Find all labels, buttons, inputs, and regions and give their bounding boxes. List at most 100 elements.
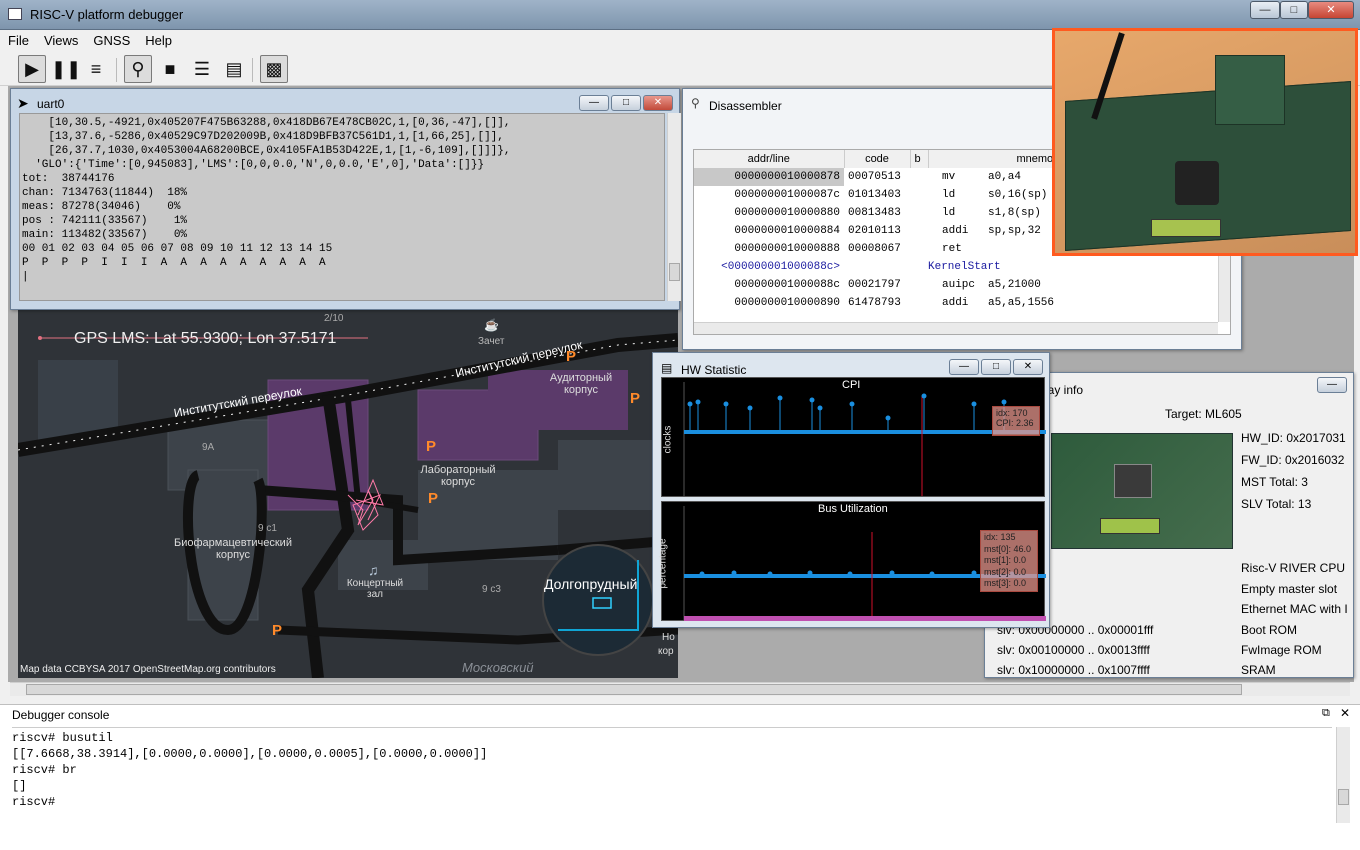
map-label: Лабораторный корпус (420, 464, 496, 488)
mnem-cell: auipc (942, 279, 976, 291)
board-info-line: FW_ID: 0x2016032 (1241, 453, 1345, 467)
minimize-button[interactable]: — (1250, 1, 1280, 19)
map-label: Концертный зал (346, 578, 404, 600)
uart-minimize-button[interactable]: — (579, 95, 609, 111)
console-scrollbar[interactable] (1336, 727, 1350, 823)
pause-icon[interactable]: ❚❚ (50, 55, 81, 83)
console-close-icon[interactable]: ✕ (1340, 706, 1350, 720)
device-name: Ethernet MAC with I (1241, 602, 1348, 616)
device-name: Risc-V RIVER CPU (1241, 561, 1346, 575)
menu-help[interactable]: Help (137, 30, 179, 48)
map-label: Биофармацевтический корпус (174, 537, 292, 561)
uart-line: pos : 742111(33567) 1% (22, 215, 188, 227)
bus-tooltip-line: mst[2]: 0.0 (984, 566, 1027, 577)
console-line: [] (12, 779, 27, 793)
console-line: riscv# (12, 795, 56, 809)
mnem-cell: ret (942, 243, 962, 255)
chip-icon[interactable]: ■ (156, 55, 184, 83)
uart-line: [10,30.5,-4921,0x405207F475B63288,0x418D… (22, 117, 511, 129)
console-title: Debugger console (12, 708, 110, 722)
toolbar-separator (116, 58, 117, 82)
code-cell (844, 258, 910, 276)
board-minimize-button[interactable]: — (1317, 377, 1347, 393)
uart-scroll-thumb[interactable] (669, 263, 680, 281)
parking-icon: P (630, 390, 641, 407)
uart-close-button[interactable]: ✕ (643, 95, 673, 111)
table-row[interactable]: 000000001000087c 01013403 ld s0,16(sp) (694, 186, 1071, 204)
uart-maximize-button[interactable]: □ (611, 95, 641, 111)
uart-terminal[interactable]: [10,30.5,-4921,0x405207F475B63288,0x418D… (19, 113, 665, 301)
board-info-line: HW_ID: 0x2017031 (1241, 431, 1346, 445)
console-float-icon[interactable]: ⧉ (1322, 707, 1330, 720)
device-name: Empty master slot (1241, 582, 1338, 596)
device-name: Boot ROM (1241, 623, 1298, 637)
board-info-line: MST Total: 3 (1241, 475, 1308, 489)
toolbar-separator (252, 58, 253, 82)
memory-icon[interactable]: ▤ (220, 55, 248, 83)
bus-tooltip-line: mst[0]: 46.0 (984, 543, 1032, 554)
device-name: FwImage ROM (1241, 643, 1322, 657)
board-info-title: lay info (1045, 383, 1084, 397)
cpi-tooltip: idx: 170 CPI: 2.36 (992, 406, 1040, 436)
hw-close-button[interactable]: ✕ (1013, 359, 1043, 375)
menu-gnss[interactable]: GNSS (85, 30, 137, 48)
col-b[interactable]: b (910, 150, 929, 168)
fmc-card (1215, 55, 1285, 125)
addr-cell: <000000001000088c> (721, 261, 840, 273)
play-icon[interactable]: ▶ (18, 55, 46, 83)
board-photo (1052, 28, 1358, 256)
table-row[interactable]: 0000000010000880 00813483 ld s1,8(sp) (694, 204, 1071, 222)
board-icon[interactable]: ▩ (260, 55, 288, 83)
map-view[interactable]: GPS LMS: Lat 55.9300; Lon 37.5171 Инстит… (18, 300, 678, 678)
hw-statistic-window[interactable]: HW Statistic ▤ — □ ✕ CPI clocks idx: 170… (652, 352, 1050, 628)
code-cell: 00070513 (848, 171, 901, 183)
uart-window[interactable]: ➤ uart0 — □ ✕ [10,30.5,-4921,0x405207F47… (10, 88, 681, 310)
cpi-tooltip-line: idx: 170 (996, 408, 1028, 418)
mdi-scroll-thumb[interactable] (26, 684, 1242, 695)
console-scroll-thumb[interactable] (1338, 789, 1349, 805)
table-row[interactable]: 000000001000088c 00021797 auipc a5,21000 (694, 276, 1071, 294)
table-row[interactable]: <000000001000088c> KernelStart (694, 258, 1071, 276)
args-cell: a5,21000 (988, 279, 1041, 291)
disassembler-vscrollbar[interactable] (1218, 246, 1230, 322)
inspect-icon[interactable]: ⚲ (124, 55, 152, 83)
console-output[interactable]: riscv# busutil [[7.6668,38.3914],[0.0000… (12, 727, 1332, 827)
menu-file[interactable]: File (0, 30, 36, 48)
col-code[interactable]: code (844, 150, 911, 168)
parking-icon: P (428, 490, 439, 507)
uart-line: P P P P I I I A A A A A A A A A (22, 257, 326, 269)
addr-cell: 0000000010000890 (734, 297, 840, 309)
bus-plot[interactable]: Bus Utilization percentage idx: 135 mst[… (658, 501, 1046, 621)
cpi-plot[interactable]: CPI clocks idx: 170 CPI: 2.36 (661, 377, 1046, 497)
addr-cell: 0000000010000888 (734, 243, 840, 255)
close-button[interactable]: ✕ (1308, 1, 1354, 19)
table-row[interactable]: 0000000010000890 61478793 addi a5,a5,155… (694, 294, 1071, 312)
map-label: 9 с1 (258, 523, 277, 534)
step-icon[interactable]: ≡ (82, 55, 110, 83)
col-mnemonic[interactable]: mnemonic (928, 150, 1071, 168)
parking-icon: P (272, 622, 283, 639)
hw-minimize-button[interactable]: — (949, 359, 979, 375)
menu-views[interactable]: Views (36, 30, 85, 48)
uart-scrollbar[interactable] (667, 113, 681, 301)
map-label: Московский (462, 660, 534, 675)
layers-icon[interactable]: ☰ (188, 55, 216, 83)
mdi-hscrollbar[interactable] (10, 682, 1350, 696)
console-line: [[7.6668,38.3914],[0.0000,0.0000],[0.000… (12, 747, 488, 761)
b-cell (910, 276, 928, 294)
map-label: кор (658, 646, 674, 657)
col-addr[interactable]: addr/line (694, 150, 845, 168)
disassembler-hscrollbar[interactable] (694, 322, 1218, 334)
bus-tooltip-line: idx: 135 (984, 532, 1016, 542)
board-info-line: SLV Total: 13 (1241, 497, 1312, 511)
b-cell (910, 240, 928, 258)
debugger-console[interactable]: Debugger console ⧉ ✕ riscv# busutil [[7.… (0, 704, 1360, 850)
table-row[interactable]: 0000000010000878 00070513 mv a0,a4 (694, 168, 1071, 186)
parking-icon: P (566, 348, 577, 365)
addr-cell: 000000001000088c (734, 279, 840, 291)
main-titlebar: RISC-V platform debugger — □ ✕ (0, 0, 1360, 30)
table-row[interactable]: 0000000010000884 02010113 addi sp,sp,32 (694, 222, 1071, 240)
maximize-button[interactable]: □ (1280, 1, 1308, 19)
hw-maximize-button[interactable]: □ (981, 359, 1011, 375)
table-row[interactable]: 0000000010000888 00008067 ret (694, 240, 1071, 258)
